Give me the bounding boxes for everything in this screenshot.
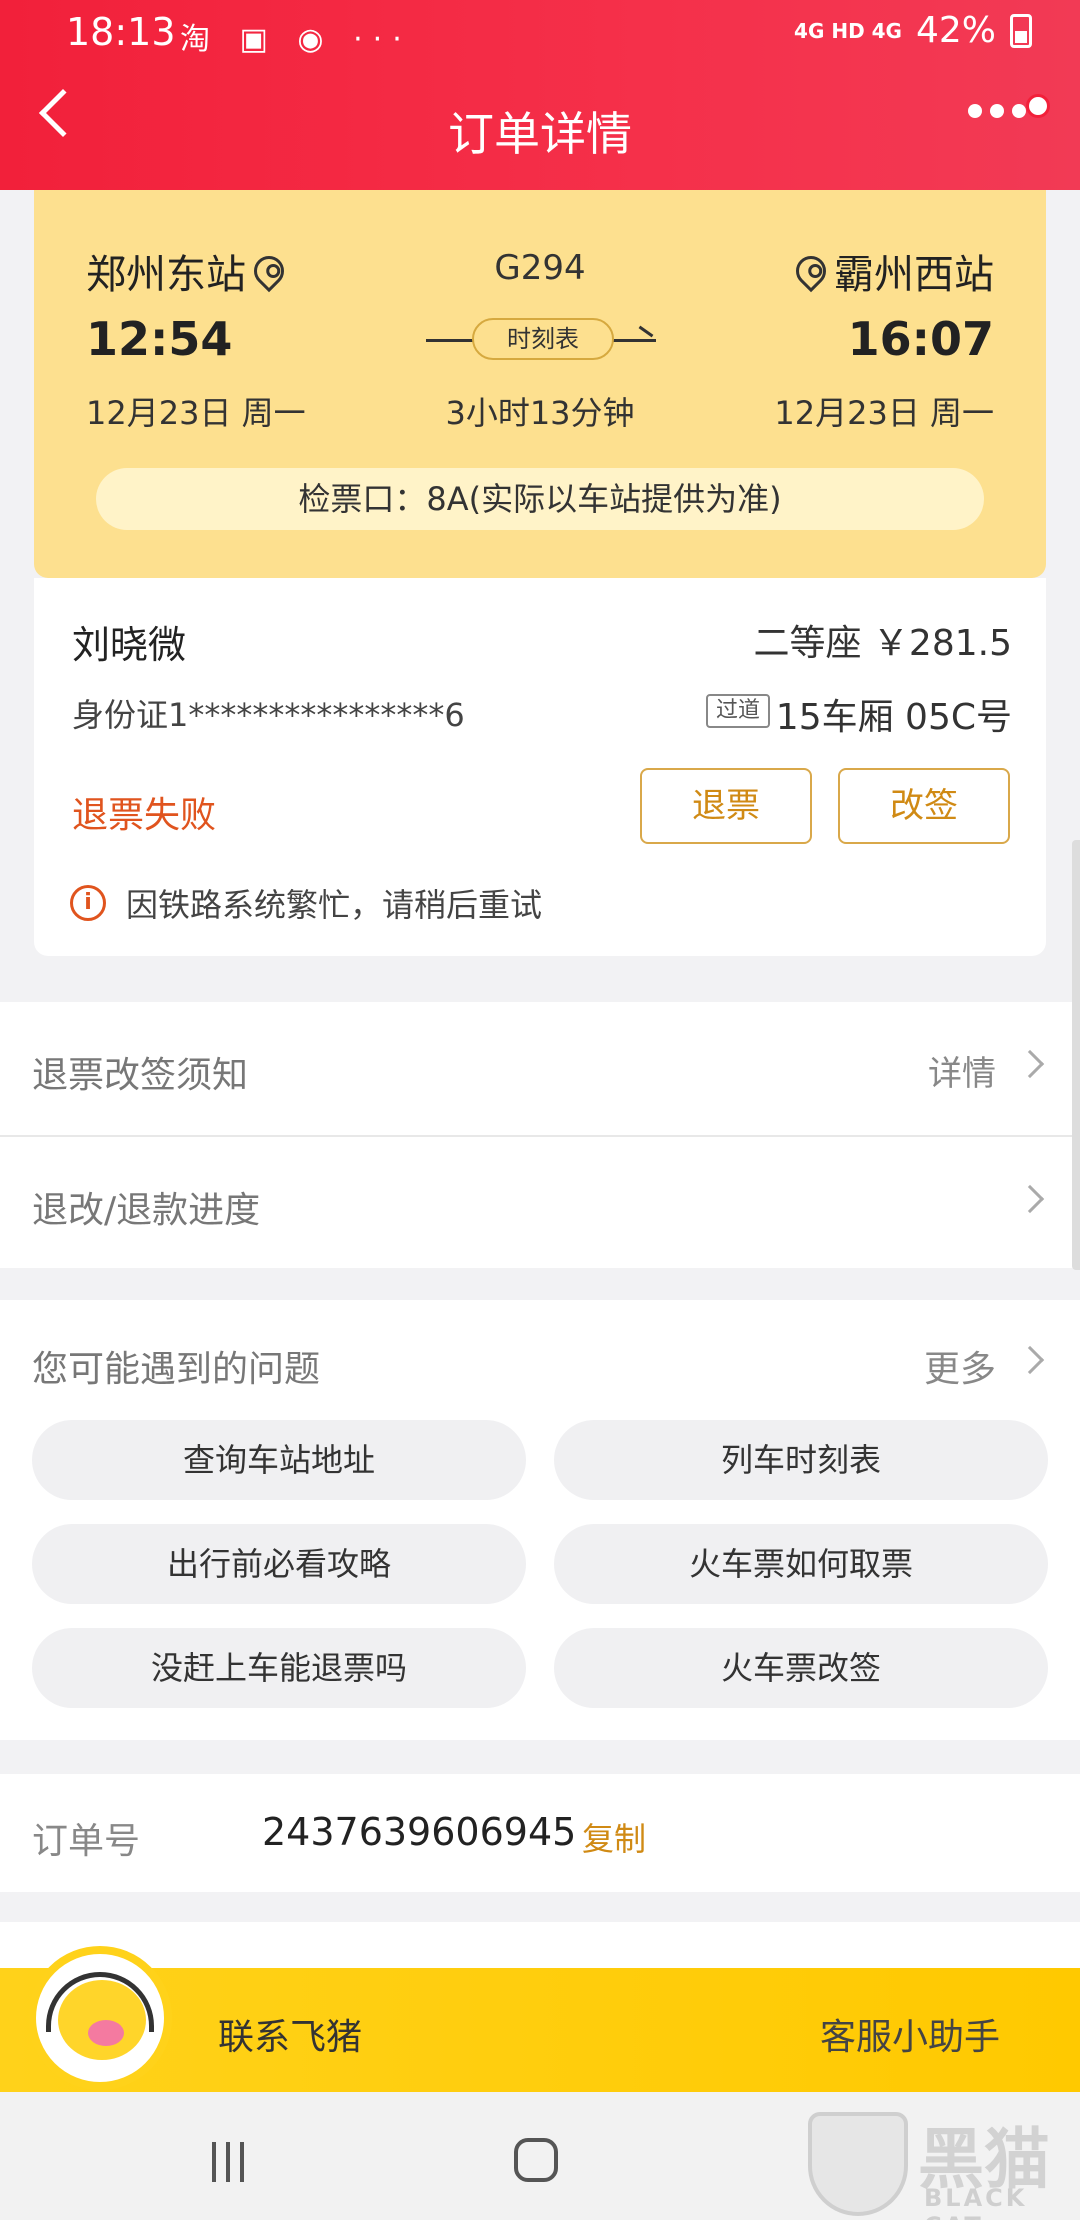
chevron-right-icon xyxy=(1015,1184,1045,1214)
home-icon[interactable] xyxy=(514,2138,558,2182)
headset-icon xyxy=(46,1972,154,2032)
notification-dot-icon xyxy=(1026,94,1050,118)
error-hint: i 因铁路系统繁忙，请稍后重试 xyxy=(70,880,542,926)
error-hint-text: 因铁路系统繁忙，请稍后重试 xyxy=(126,886,543,924)
schedule-link[interactable]: 时刻表 xyxy=(426,318,656,362)
faq-more-link[interactable]: 更多 xyxy=(924,1340,996,1392)
next-section-strip xyxy=(0,1922,1080,1968)
order-number-label: 订单号 xyxy=(32,1821,141,1862)
recents-icon[interactable] xyxy=(212,2142,252,2182)
order-number: 2437639606945 xyxy=(262,1810,577,1854)
copy-button[interactable]: 复制 xyxy=(582,1814,646,1860)
arrive-time: 16:07 xyxy=(847,312,994,366)
faq-section: 您可能遇到的问题 更多 查询车站地址 列车时刻表 出行前必看攻略 火车票如何取票… xyxy=(0,1300,1080,1740)
mascot-avatar-icon[interactable] xyxy=(28,1946,172,2090)
battery-icon xyxy=(1010,13,1032,48)
faq-chip[interactable]: 出行前必看攻略 xyxy=(32,1524,526,1604)
arrow-icon xyxy=(638,325,654,338)
battery-level: 42% xyxy=(915,10,996,51)
page-title: 订单详情 xyxy=(448,107,632,161)
faq-chip[interactable]: 火车票如何取票 xyxy=(554,1524,1048,1604)
faq-chip[interactable]: 列车时刻表 xyxy=(554,1420,1048,1500)
status-right: 4G HD 4G 42% xyxy=(794,10,1032,51)
faq-chip[interactable]: 查询车站地址 xyxy=(32,1420,526,1500)
status-bar: 18:13 淘 ▣ ◉ ··· 4G HD 4G 42% xyxy=(0,0,1080,64)
refund-notice-label: 退票改签须知 xyxy=(32,1055,249,1096)
ticket-gate: 检票口：8A(实际以车站提供为准) xyxy=(96,468,984,530)
chevron-right-icon xyxy=(1015,1049,1045,1079)
passenger-name: 刘晓微 xyxy=(72,623,187,667)
passenger-card: 刘晓微 二等座 ￥281.5 身份证1****************6 过道 … xyxy=(34,578,1046,956)
faq-chip[interactable]: 没赶上车能退票吗 xyxy=(32,1628,526,1708)
watermark: 黑猫 BLACK CAT xyxy=(808,2102,1078,2220)
watermark-subtext: BLACK CAT xyxy=(924,2184,1028,2220)
more-menu-icon[interactable] xyxy=(968,104,1026,118)
order-number-row: 订单号 2437639606945 复制 xyxy=(0,1774,1080,1892)
cat-shield-icon xyxy=(808,2112,908,2216)
to-station[interactable]: 霸州西站 xyxy=(789,242,994,300)
trip-card: 郑州东站 G294 霸州西站 12:54 时刻表 16:07 12月23日 周一… xyxy=(34,190,1046,578)
refund-progress-label: 退改/退款进度 xyxy=(32,1190,261,1231)
contact-fliggy-label[interactable]: 联系飞猪 xyxy=(218,2008,362,2060)
faq-chip[interactable]: 火车票改签 xyxy=(554,1628,1048,1708)
refund-status: 退票失败 xyxy=(72,795,217,836)
depart-time: 12:54 xyxy=(86,312,233,366)
status-time: 18:13 xyxy=(66,10,176,54)
location-pin-icon xyxy=(789,249,833,293)
faq-title: 您可能遇到的问题 xyxy=(32,1349,321,1390)
schedule-button[interactable]: 时刻表 xyxy=(472,318,614,360)
to-station-name: 霸州西站 xyxy=(834,252,994,298)
aisle-badge: 过道 xyxy=(706,694,770,728)
refund-button[interactable]: 退票 xyxy=(640,768,812,844)
side-handle[interactable] xyxy=(1072,840,1080,1270)
car-seat-number: 15车厢 05C号 xyxy=(775,697,1012,738)
change-ticket-button[interactable]: 改签 xyxy=(838,768,1010,844)
notification-icons: 淘 ▣ ◉ ··· xyxy=(180,22,412,57)
chevron-right-icon xyxy=(1015,1345,1045,1375)
refund-notice-row[interactable]: 退票改签须知 详情 xyxy=(0,1002,1080,1137)
notice-rows: 退票改签须知 详情 退改/退款进度 xyxy=(0,1002,1080,1268)
arrive-date: 12月23日 周一 xyxy=(774,394,994,432)
id-number: 身份证1****************6 xyxy=(72,696,465,734)
details-link[interactable]: 详情 xyxy=(928,1046,996,1095)
info-icon: i xyxy=(70,885,106,921)
service-assistant-label[interactable]: 客服小助手 xyxy=(820,2008,1000,2060)
seat-class-price: 二等座 ￥281.5 xyxy=(753,623,1012,664)
refund-progress-row[interactable]: 退改/退款进度 xyxy=(0,1137,1080,1270)
signal-icon: 4G HD 4G xyxy=(794,18,902,43)
top-bar: 18:13 淘 ▣ ◉ ··· 4G HD 4G 42% 订单详情 xyxy=(0,0,1080,190)
